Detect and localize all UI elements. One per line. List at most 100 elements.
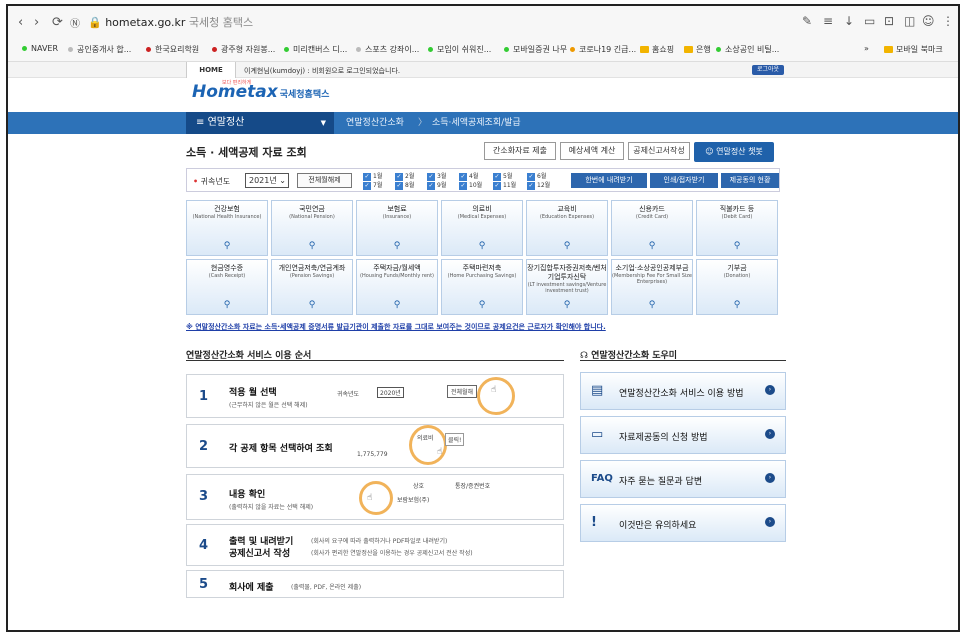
search-icon: ⚲ <box>478 241 486 251</box>
category-health-insurance[interactable]: 건강보험 (National Health Insurance) ⚲ <box>186 200 268 256</box>
home-link[interactable]: HOME <box>186 62 236 78</box>
category-cash-receipt[interactable]: 현금영수증 (Cash Receipt) ⚲ <box>186 259 268 315</box>
toggle-all-months-button[interactable]: 전체월해제 <box>297 173 352 188</box>
category-debit-card[interactable]: 직불카드 등 (Debit Card) ⚲ <box>696 200 778 256</box>
chevron-right-icon: › <box>765 385 775 395</box>
search-icon: ⚲ <box>648 300 656 310</box>
step-4: 4 출력 및 내려받기 공제신고서 작성 (회사의 요구에 따라 출력하거나 P… <box>186 524 564 566</box>
bookmark-item[interactable]: 모임이 쉬워진... <box>428 44 491 55</box>
category-small-business[interactable]: 소기업·소상공인공제부금 (Membership Fee For Small Si… <box>611 259 693 315</box>
category-donation[interactable]: 기부금 (Donation) ⚲ <box>696 259 778 315</box>
translate-icon[interactable]: ✎ <box>802 14 812 28</box>
year-select[interactable]: 2021년 ⌄ <box>245 173 289 188</box>
screen-icon[interactable]: ▭ <box>864 14 875 28</box>
month-checkbox[interactable]: ✓ 8월 <box>395 180 414 190</box>
browser-frame: ‹ › ⟳ Ⓝ 🔒 hometax.go.kr 국세청 홈택스 ✎ ≡ ↓ ▭ … <box>6 4 960 632</box>
search-icon: ⚲ <box>563 241 571 251</box>
helper-caution[interactable]: ! 이것만은 유의하세요 › <box>580 504 786 542</box>
step-5: 5 회사에 제출 (출력물, PDF, 온라인 제출) <box>186 570 564 598</box>
consent-status-button[interactable]: 제공동의 현황 <box>721 173 779 188</box>
bookmark-item[interactable]: NAVER <box>22 44 58 53</box>
bookmark-item[interactable]: 코로나19 긴급... <box>570 44 636 55</box>
dropdown-arrow-icon: ▼ <box>320 119 326 127</box>
menu-icon[interactable]: ⋮ <box>942 14 954 28</box>
step1-thumb-select: 2020년 <box>377 387 404 398</box>
bookmark-item[interactable]: 공인중개사 합... <box>68 44 131 55</box>
month-checkbox[interactable]: ✓ 9월 <box>427 180 446 190</box>
consent-icon: ▭ <box>591 427 604 442</box>
bookmark-item[interactable]: 한국요리학원 <box>146 44 199 55</box>
browser-chrome: ‹ › ⟳ Ⓝ 🔒 hometax.go.kr 국세청 홈택스 ✎ ≡ ↓ ▭ … <box>8 6 958 62</box>
bookmark-item[interactable]: 모바일증권 나무 <box>504 44 567 55</box>
mobile-bookmarks[interactable]: 모바일 북마크 <box>884 44 943 55</box>
reload-icon[interactable]: ⟳ <box>52 15 63 30</box>
lock-icon: 🔒 <box>88 16 102 29</box>
month-checkbox[interactable]: ✓ 7월 <box>363 180 382 190</box>
step3-thumb-header2: 통장/증권번호 <box>455 483 491 490</box>
download-icon[interactable]: ↓ <box>844 14 854 28</box>
category-housing-funds[interactable]: 주택자금/월세액 (Housing Funds/Monthly rent) ⚲ <box>356 259 438 315</box>
category-pension-savings[interactable]: 개인연금저축/연금계좌 (Pension Savings) ⚲ <box>271 259 353 315</box>
step3-thumb-row: 보람보험(주) <box>397 497 430 504</box>
estimate-tax-button[interactable]: 예상세액 계산 <box>560 142 624 160</box>
menu-item-simplified[interactable]: 연말정산간소화 <box>346 112 404 134</box>
bookmark-item[interactable]: 소상공인 비틸... <box>716 44 779 55</box>
search-icon: ⚲ <box>308 241 316 251</box>
category-credit-card[interactable]: 신용카드 (Credit Card) ⚲ <box>611 200 693 256</box>
bookmark-item[interactable]: 미리캔버스 디... <box>284 44 347 55</box>
bookmark-folder[interactable]: 은행 <box>684 44 711 55</box>
faq-icon: FAQ <box>591 473 613 484</box>
category-insurance[interactable]: 보험료 (Insurance) ⚲ <box>356 200 438 256</box>
search-icon: ⚲ <box>223 241 231 251</box>
menu-item-inquiry[interactable]: 소득·세액공제조회/발급 <box>432 112 521 134</box>
category-education[interactable]: 교육비 (Education Expenses) ⚲ <box>526 200 608 256</box>
back-icon[interactable]: ‹ <box>18 15 23 30</box>
logout-button[interactable]: 로그아웃 <box>752 65 784 75</box>
month-checkbox[interactable]: ✓ 12월 <box>527 180 550 190</box>
highlight-circle <box>477 377 515 415</box>
category-medical[interactable]: 의료비 (Medical Expenses) ⚲ <box>441 200 523 256</box>
hometax-logo[interactable]: 보다 편리하게 Hometax 국세청홈택스 <box>192 80 329 108</box>
month-checkbox[interactable]: ✓ 11월 <box>493 180 516 190</box>
greeting-text: 이계현님(kumdoyj) : 비회원으로 로그인되었습니다. <box>244 67 401 75</box>
menu-yearend[interactable]: ≡ 연말정산 ▼ <box>186 112 334 134</box>
naver-whale-icon[interactable]: Ⓝ <box>70 15 80 30</box>
cursor-icon: ☝ <box>367 493 373 503</box>
notice-text: ※ 연말정산간소화 자료는 소득·세액공제 증명서류 발급기관이 제출한 자료를… <box>186 323 606 331</box>
search-icon: ⚲ <box>223 300 231 310</box>
category-lt-investment[interactable]: 장기집합투자증권저축/벤처기업투자신탁 (LT investment saving… <box>526 259 608 315</box>
step2-thumb-click: 클릭! <box>445 433 465 446</box>
step2-thumb-amount: 1,775,779 <box>357 451 388 458</box>
forward-icon[interactable]: › <box>34 15 39 30</box>
capture-icon[interactable]: ⊡ <box>884 14 894 28</box>
print-button[interactable]: 인쇄/접자받기 <box>650 173 718 188</box>
helper-consent-method[interactable]: ▭ 자료제공동의 신청 방법 › <box>580 416 786 454</box>
bookmark-overflow[interactable]: » <box>864 44 869 53</box>
main-menu-bar: ≡ 연말정산 ▼ 연말정산간소화 〉 소득·세액공제조회/발급 <box>8 112 958 134</box>
step3-thumb-header: 상호 <box>413 483 425 490</box>
step-2: 2 각 공제 항목 선택하여 조회 1,775,779 의료비 클릭! ☝ <box>186 424 564 468</box>
category-home-savings[interactable]: 주택마련저축 (Home Purchasing Savings) ⚲ <box>441 259 523 315</box>
reading-list-icon[interactable]: ≡ <box>823 14 833 28</box>
bookmark-folder[interactable]: 홈쇼핑 <box>640 44 674 55</box>
chatbot-button[interactable]: ☺ 연말정산 챗봇 <box>694 142 774 162</box>
search-icon: ⚲ <box>733 241 741 251</box>
download-all-button[interactable]: 한번에 내려받기 <box>571 173 647 188</box>
page: HOME 이계현님(kumdoyj) : 비회원으로 로그인되었습니다. 로그아… <box>8 62 958 630</box>
bookmark-item[interactable]: 광주형 자원봉... <box>212 44 275 55</box>
month-checkbox[interactable]: ✓ 10월 <box>459 180 482 190</box>
chevron-right-icon: › <box>765 517 775 527</box>
profile-icon[interactable]: ☺ <box>922 14 935 28</box>
deduction-form-button[interactable]: 공제신고서작성 <box>628 142 690 160</box>
helper-faq[interactable]: FAQ 자주 묻는 질문과 답변 › <box>580 460 786 498</box>
category-national-pension[interactable]: 국민연금 (National Pension) ⚲ <box>271 200 353 256</box>
step1-thumb-label: 귀속년도 <box>337 391 360 398</box>
bookmark-item[interactable]: 스포츠 강좌이... <box>356 44 419 55</box>
step2-thumb-medical: 의료비 <box>417 435 434 442</box>
helper-usage-method[interactable]: ▤ 연말정산간소화 서비스 이용 방법 › <box>580 372 786 410</box>
cursor-icon: ☝ <box>491 385 497 395</box>
address-bar[interactable]: 🔒 hometax.go.kr 국세청 홈택스 <box>88 14 253 30</box>
chatbot-icon: ☺ <box>705 147 714 156</box>
sidebar-icon[interactable]: ◫ <box>904 14 915 28</box>
submit-simplified-button[interactable]: 간소화자료 제출 <box>484 142 556 160</box>
